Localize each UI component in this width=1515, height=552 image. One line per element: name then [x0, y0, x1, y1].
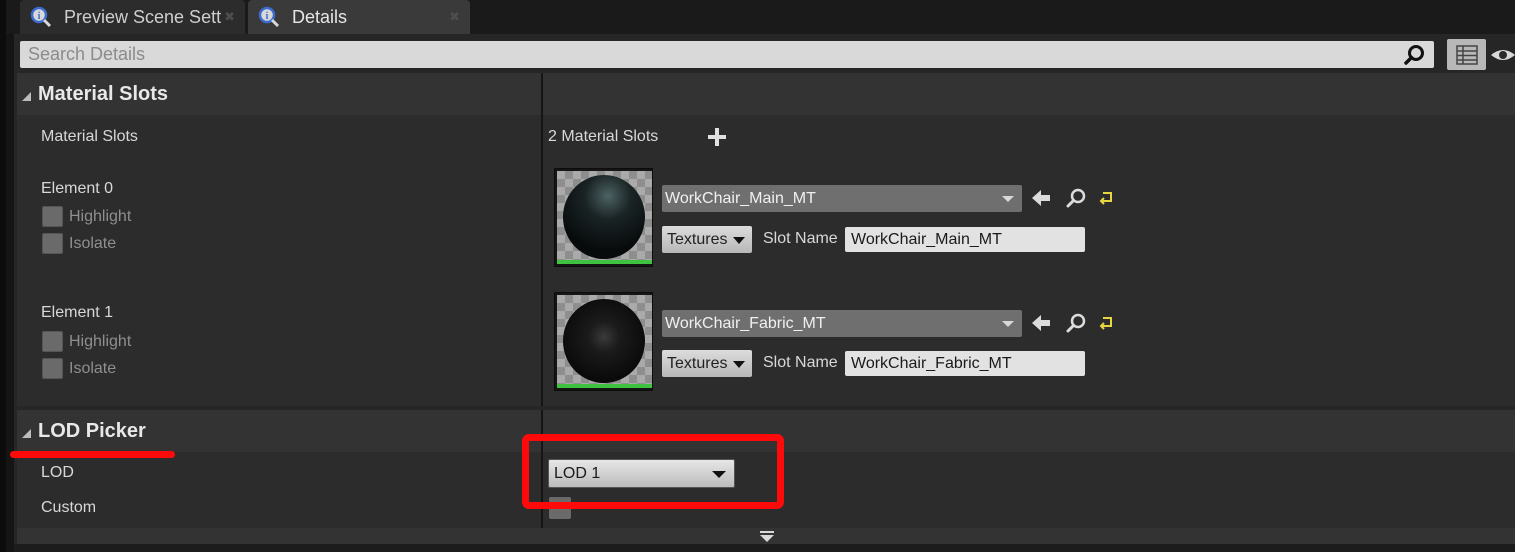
checkbox-box[interactable]: [42, 331, 63, 352]
tab-details[interactable]: i Details ✖: [248, 0, 470, 34]
material-slots-count: 2 Material Slots: [548, 128, 659, 145]
list-view-icon: [1455, 44, 1478, 65]
material-name: WorkChair_Fabric_MT: [665, 314, 826, 332]
browse-icon[interactable]: [1065, 312, 1087, 334]
tab-preview-scene-settings[interactable]: i Preview Scene Sett ✖: [20, 0, 245, 34]
textures-dropdown[interactable]: Textures: [662, 226, 752, 253]
highlight-label: Highlight: [69, 332, 132, 350]
chevron-down-icon: [1002, 321, 1014, 327]
use-selected-arrow-icon[interactable]: [1030, 312, 1052, 334]
checkbox-box[interactable]: [42, 233, 63, 254]
annotation-highlight-box: [522, 434, 784, 509]
status-bar: [14, 544, 1515, 552]
search-input[interactable]: [20, 41, 1390, 68]
collapse-arrow-icon[interactable]: [22, 428, 31, 438]
slot-name-input[interactable]: WorkChair_Fabric_MT: [845, 351, 1085, 376]
close-icon[interactable]: ✖: [224, 9, 235, 25]
isolate-checkbox[interactable]: Isolate: [42, 233, 116, 254]
category-material-slots[interactable]: Material Slots: [17, 73, 1515, 115]
search-icon[interactable]: [1404, 44, 1426, 66]
material-thumbnail[interactable]: [554, 168, 653, 267]
slot-name-label: Slot Name: [763, 230, 838, 247]
tab-label: Details: [292, 6, 348, 27]
details-magnifier-icon: i: [258, 6, 280, 28]
highlight-checkbox[interactable]: Highlight: [42, 331, 131, 352]
chevron-down-icon: [733, 237, 745, 244]
reset-to-default-icon[interactable]: [1097, 187, 1119, 209]
eye-icon[interactable]: [1490, 44, 1515, 66]
material-slots-label: Material Slots: [41, 128, 138, 145]
view-options-button[interactable]: [1447, 39, 1486, 70]
material-sphere: [563, 175, 645, 259]
left-edge: [0, 0, 6, 552]
textures-label: Textures: [667, 354, 728, 372]
use-selected-arrow-icon[interactable]: [1030, 187, 1052, 209]
thumbnail-status-bar: [557, 384, 652, 388]
textures-label: Textures: [667, 230, 728, 248]
slot-name-input[interactable]: WorkChair_Main_MT: [845, 227, 1085, 252]
element-0-label: Element 0: [41, 180, 114, 197]
highlight-checkbox[interactable]: Highlight: [42, 206, 131, 227]
svg-text:i: i: [266, 11, 269, 22]
slot-name-label: Slot Name: [763, 354, 838, 371]
details-magnifier-icon: i: [30, 6, 52, 28]
add-icon[interactable]: [706, 126, 728, 148]
collapse-arrow-icon[interactable]: [22, 91, 31, 101]
svg-text:i: i: [38, 11, 41, 22]
isolate-checkbox[interactable]: Isolate: [42, 358, 116, 379]
element-1-label: Element 1: [41, 304, 114, 321]
isolate-label: Isolate: [69, 234, 117, 252]
category-title: Material Slots: [38, 82, 169, 105]
chevron-down-icon: [1002, 196, 1014, 202]
expand-down-icon[interactable]: [759, 531, 775, 542]
reset-to-default-icon[interactable]: [1097, 312, 1119, 334]
search-bar[interactable]: [20, 41, 1434, 68]
category-title: LOD Picker: [38, 419, 146, 442]
material-thumbnail[interactable]: [554, 292, 653, 391]
checkbox-box[interactable]: [42, 206, 63, 227]
highlight-label: Highlight: [69, 207, 132, 225]
custom-label: Custom: [41, 499, 97, 516]
chevron-down-icon: [733, 361, 745, 368]
checkbox-box[interactable]: [42, 358, 63, 379]
material-sphere: [563, 299, 645, 383]
textures-dropdown[interactable]: Textures: [662, 350, 752, 377]
material-dropdown[interactable]: WorkChair_Main_MT: [662, 185, 1022, 212]
close-icon[interactable]: ✖: [449, 9, 460, 25]
material-dropdown[interactable]: WorkChair_Fabric_MT: [662, 310, 1022, 337]
thumbnail-status-bar: [557, 260, 652, 264]
annotation-underline: [10, 451, 175, 458]
column-divider[interactable]: [541, 73, 543, 406]
lod-label: LOD: [41, 464, 74, 481]
material-name: WorkChair_Main_MT: [665, 189, 816, 207]
tab-label: Preview Scene Sett: [64, 6, 222, 27]
isolate-label: Isolate: [69, 359, 117, 377]
browse-icon[interactable]: [1065, 187, 1087, 209]
